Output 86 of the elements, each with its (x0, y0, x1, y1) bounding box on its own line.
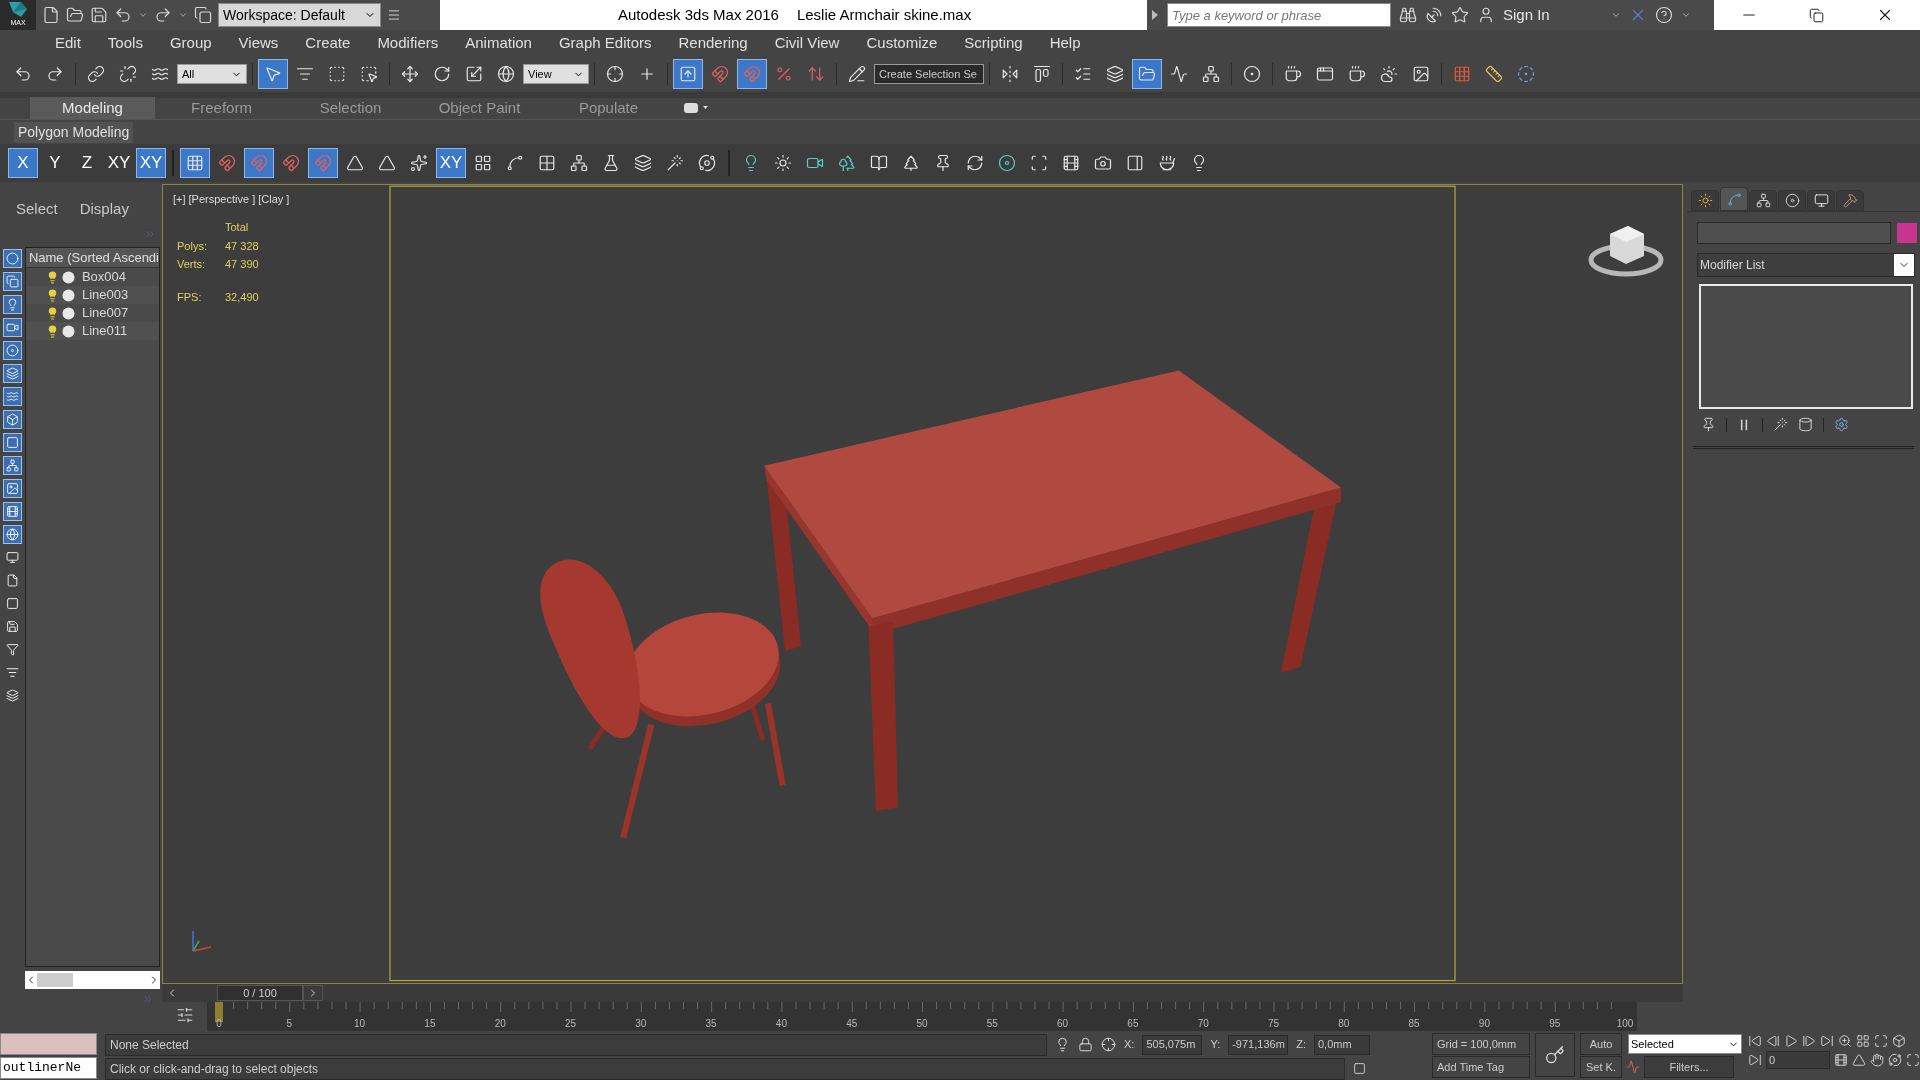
frame-number: 15 (424, 1017, 436, 1031)
app-title: Autodesk 3ds Max 2016 (618, 4, 779, 25)
frame-number: 40 (775, 1017, 787, 1031)
frame-number: 50 (916, 1017, 928, 1031)
axis-button[interactable]: Z (72, 148, 102, 178)
object-name: Line003 (80, 286, 129, 305)
time-slider-thumb[interactable]: 0 / 100 (217, 985, 303, 1001)
menu-item[interactable]: Views (238, 31, 279, 55)
stats-header: Total (225, 220, 250, 235)
frame-number: 95 (1549, 1017, 1561, 1031)
z-label: Z: (1296, 1037, 1306, 1053)
search-field[interactable]: Type a keyword or phrase (1167, 3, 1391, 27)
ribbon-tab[interactable]: Modeling (30, 97, 155, 119)
dropdown[interactable]: Create Selection Se (874, 64, 984, 84)
script-field[interactable]: outlinerNe (0, 1057, 97, 1079)
viewport-label[interactable]: [Clay ] (258, 191, 290, 208)
stats-label: Verts: (177, 257, 207, 272)
explorer-tab[interactable]: Display (79, 197, 129, 220)
explorer-tab[interactable]: Select (16, 197, 58, 220)
frame-number: 70 (1197, 1017, 1209, 1031)
viewport[interactable]: [+] [Perspective ] [Clay ] Total Polys: 47 328 Verts: 47 390 FPS: 32,490 (162, 184, 1683, 984)
file-name: Leslie Armchair skine.max (796, 4, 972, 25)
menu-item[interactable]: Animation (465, 31, 532, 55)
auto-key-button[interactable]: Auto (1580, 1033, 1622, 1055)
menu-item[interactable]: Edit (55, 31, 81, 55)
frame-number: 55 (986, 1017, 998, 1031)
frame-number: 30 (635, 1017, 647, 1031)
menu-item[interactable]: Modifiers (377, 31, 439, 55)
stats-value: 47 390 (225, 257, 259, 272)
modifier-list-dropdown[interactable]: Modifier List (1697, 253, 1915, 277)
axis-button[interactable]: X (8, 148, 38, 178)
object-name: Line011 (80, 322, 128, 341)
selection-status: None Selected (105, 1033, 1047, 1056)
frame-number: 5 (286, 1017, 293, 1031)
menu-item[interactable]: Rendering (678, 31, 748, 55)
menu-item[interactable]: Scripting (964, 31, 1023, 55)
menu-item[interactable]: Create (305, 31, 351, 55)
stats-label: Polys: (177, 238, 208, 254)
frame-number: 20 (494, 1017, 506, 1031)
menu-item[interactable]: Graph Editors (558, 31, 652, 55)
axis-button[interactable]: XY (104, 148, 134, 178)
outliner-row[interactable]: Line003 (25, 286, 159, 304)
panel-label: Polygon Modeling (14, 121, 134, 143)
frame-number: 80 (1338, 1017, 1350, 1031)
menu-item[interactable]: Tools (107, 31, 143, 55)
frame-field[interactable]: 0 (1766, 1051, 1830, 1069)
frame-number: 65 (1127, 1017, 1139, 1031)
dropdown[interactable]: All (177, 64, 247, 84)
y-coordinate-field[interactable]: -971,136m (1228, 1034, 1289, 1055)
viewport-label[interactable]: [+] (173, 191, 186, 208)
frame-number: 85 (1408, 1017, 1420, 1031)
menu-item[interactable]: Civil View (774, 31, 840, 55)
add-time-tag-button[interactable]: Add Time Tag (1432, 1056, 1530, 1078)
viewport-label[interactable]: [Perspective ] (188, 191, 256, 208)
sign-in-link[interactable]: Sign In (1503, 3, 1603, 27)
menu-item[interactable]: Customize (866, 31, 938, 55)
menu-item[interactable]: Group (169, 31, 212, 55)
frame-number: 75 (1267, 1017, 1280, 1031)
frame-number: 90 (1478, 1017, 1490, 1031)
workspace-dropdown[interactable]: Workspace: Default (218, 3, 381, 27)
frame-number: 10 (354, 1017, 366, 1031)
axis-button[interactable]: XY (136, 148, 166, 178)
axis-button[interactable]: Y (40, 148, 70, 178)
frame-number: 60 (1057, 1017, 1069, 1031)
filters-button[interactable]: Filters... (1644, 1056, 1734, 1078)
stats-label: FPS: (177, 289, 203, 305)
outliner-row[interactable]: Line011 (25, 322, 159, 340)
z-coordinate-field[interactable]: 0,0mm (1314, 1034, 1370, 1055)
stats-value: 47 328 (225, 238, 259, 254)
object-name: Box004 (80, 268, 126, 287)
stats-value: 32,490 (225, 289, 259, 305)
frame-number: 100 (1616, 1017, 1634, 1031)
frame-number: 25 (564, 1017, 577, 1031)
object-name: Line007 (80, 304, 129, 323)
frame-number: 45 (846, 1017, 858, 1031)
column-header[interactable]: Name (Sorted Ascendi (25, 248, 159, 268)
key-filter-dropdown[interactable]: Selected (1628, 1034, 1742, 1054)
y-label: Y: (1210, 1037, 1221, 1053)
frame-number: 35 (705, 1017, 717, 1031)
menu-item[interactable]: Help (1049, 31, 1081, 55)
set-key-mode-button[interactable]: Set K. (1580, 1056, 1622, 1078)
axis-button[interactable]: XY (436, 148, 466, 178)
dropdown[interactable]: View (523, 64, 589, 84)
x-label: X: (1124, 1037, 1135, 1053)
x-coordinate-field[interactable]: 505,075m (1142, 1034, 1203, 1055)
grid-size: Grid = 100,0mm (1432, 1033, 1530, 1055)
